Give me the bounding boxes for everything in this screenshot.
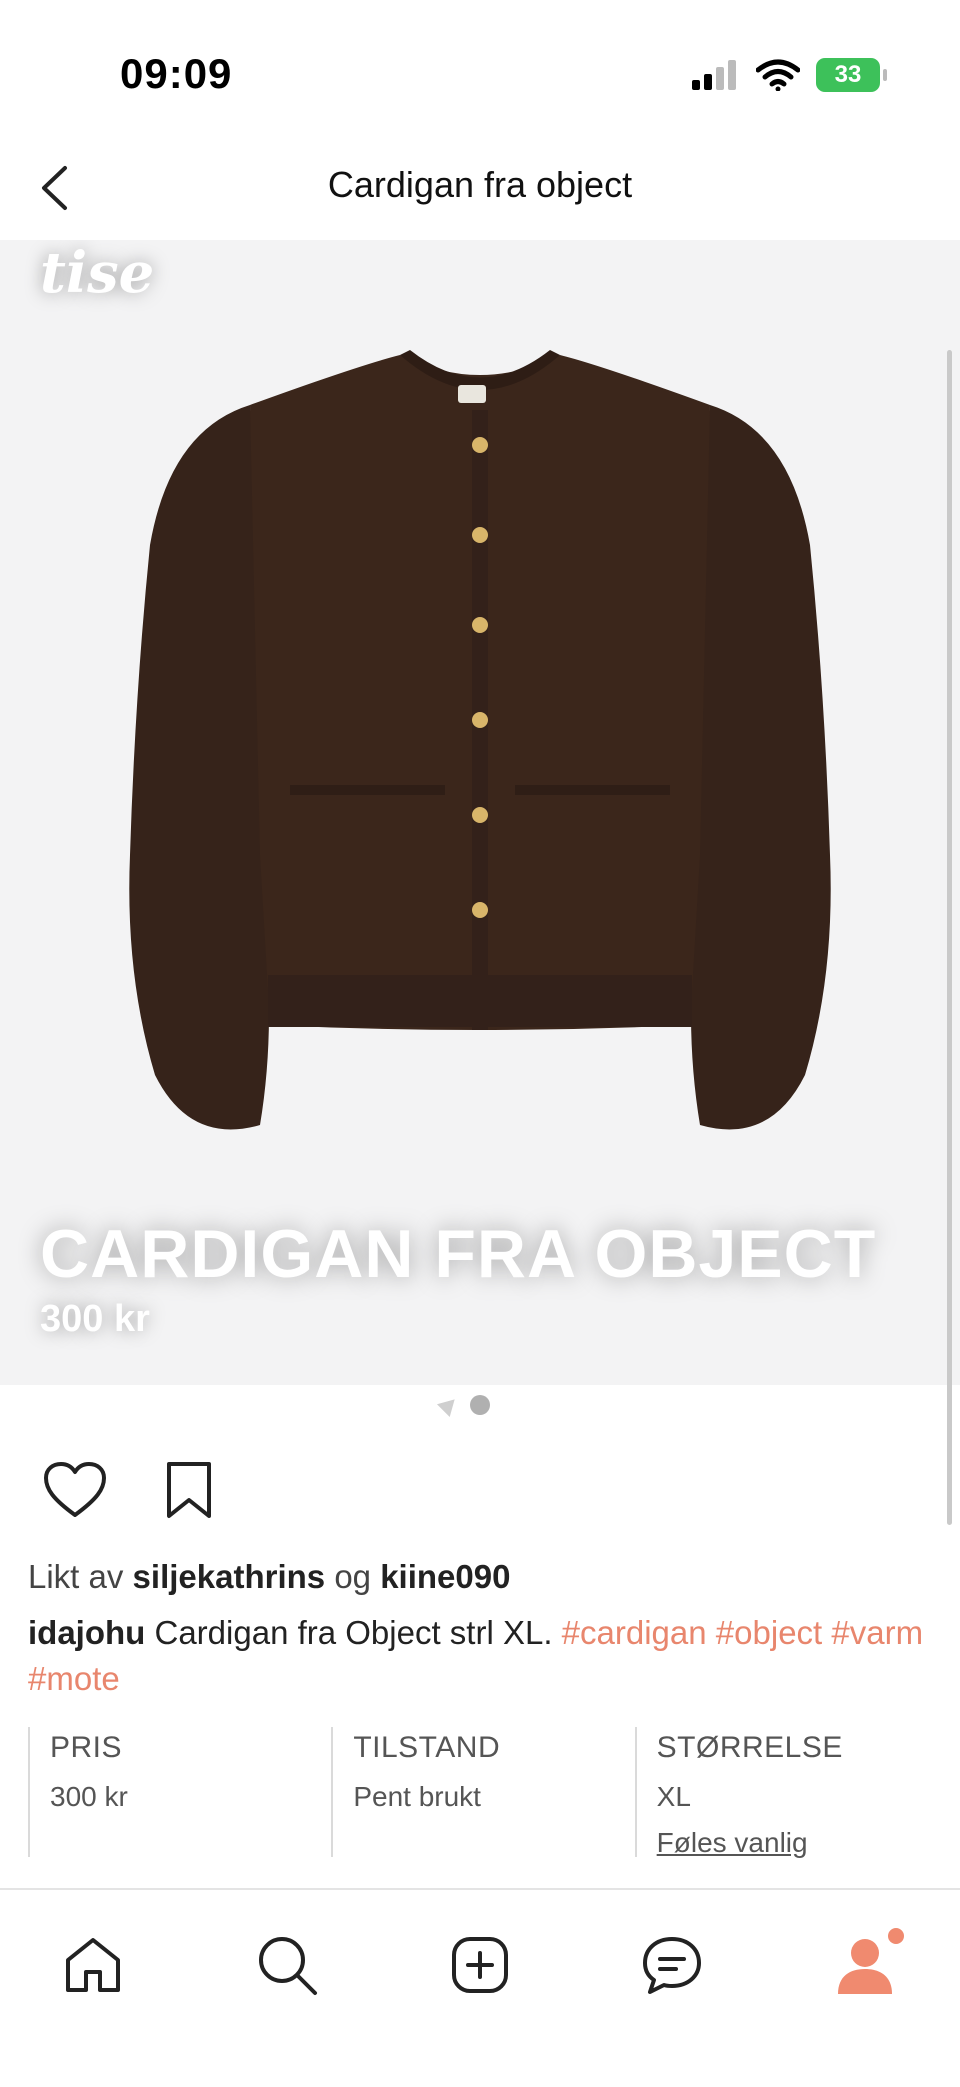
- overlay-price: 300 kr: [40, 1298, 150, 1340]
- size-label: STØRRELSE: [656, 1731, 843, 1764]
- liked-by-user-1[interactable]: siljekathrins: [133, 1558, 326, 1595]
- price-value: 300 kr: [50, 1781, 128, 1812]
- action-row: [40, 1455, 224, 1525]
- listing-details: PRIS 300 kr TILSTAND Pent brukt STØRRELS…: [28, 1727, 938, 1859]
- status-bar: 09:09 33: [0, 0, 960, 140]
- tab-home[interactable]: [48, 1920, 138, 2010]
- tab-profile[interactable]: [820, 1920, 910, 2010]
- price-detail: PRIS 300 kr: [28, 1727, 331, 1857]
- battery-level: 33: [834, 61, 862, 88]
- condition-detail: TILSTAND Pent brukt: [331, 1727, 634, 1857]
- size-value: XL: [656, 1781, 691, 1812]
- size-detail: STØRRELSE XL Føles vanlig: [634, 1727, 938, 1859]
- search-icon: [259, 1937, 317, 1995]
- profile-icon: [838, 1939, 892, 1994]
- brand-logo: tise: [40, 240, 155, 306]
- liked-by-user-2[interactable]: kiine090: [380, 1558, 510, 1595]
- messages-icon: [643, 1937, 701, 1994]
- pager-dot-active[interactable]: [470, 1395, 490, 1415]
- save-button[interactable]: [154, 1455, 224, 1525]
- tab-messages[interactable]: [627, 1920, 717, 2010]
- product-image: [129, 350, 831, 1130]
- status-time: 09:09: [120, 50, 233, 97]
- caption: idajohu Cardigan fra Object strl XL. #ca…: [28, 1610, 938, 1702]
- hashtag[interactable]: #varm: [831, 1614, 923, 1651]
- tab-bar: [0, 1888, 960, 2087]
- liked-by-prefix: Likt av: [28, 1558, 124, 1595]
- hashtag[interactable]: #object: [716, 1614, 822, 1651]
- product-photo[interactable]: tise CARDIGAN FRA OBJECT 300 kr: [0, 240, 960, 1385]
- home-icon: [66, 1938, 120, 1992]
- wifi-icon: [756, 59, 800, 91]
- status-icons: 33: [692, 58, 887, 92]
- liked-by: Likt av siljekathrins og kiine090: [28, 1558, 510, 1596]
- liked-by-conjunction: og: [334, 1558, 372, 1595]
- location-arrow-icon: [436, 1392, 462, 1418]
- hashtag[interactable]: #mote: [28, 1660, 120, 1697]
- battery-icon: 33: [816, 58, 887, 92]
- caption-user[interactable]: idajohu: [28, 1614, 145, 1651]
- hashtag[interactable]: #cardigan: [562, 1614, 707, 1651]
- bookmark-icon: [167, 1462, 211, 1518]
- size-fit-link[interactable]: Føles vanlig: [657, 1827, 938, 1859]
- caption-text: Cardigan fra Object strl XL.: [154, 1614, 553, 1651]
- price-label: PRIS: [50, 1731, 123, 1764]
- image-pager: [436, 1392, 490, 1418]
- condition-value: Pent brukt: [353, 1781, 481, 1812]
- overlay-title: CARDIGAN FRA OBJECT: [40, 1216, 877, 1292]
- scrollbar[interactable]: [947, 350, 952, 1525]
- cellular-signal-icon: [692, 60, 736, 90]
- nav-header: Cardigan fra object: [0, 140, 960, 240]
- condition-label: TILSTAND: [353, 1731, 501, 1764]
- like-button[interactable]: [40, 1455, 110, 1525]
- add-listing-icon: [452, 1937, 508, 1993]
- tab-add-listing[interactable]: [435, 1920, 525, 2010]
- notification-dot: [888, 1928, 904, 1944]
- page-title: Cardigan fra object: [327, 164, 633, 205]
- heart-icon: [44, 1462, 106, 1517]
- tab-search[interactable]: [242, 1920, 332, 2010]
